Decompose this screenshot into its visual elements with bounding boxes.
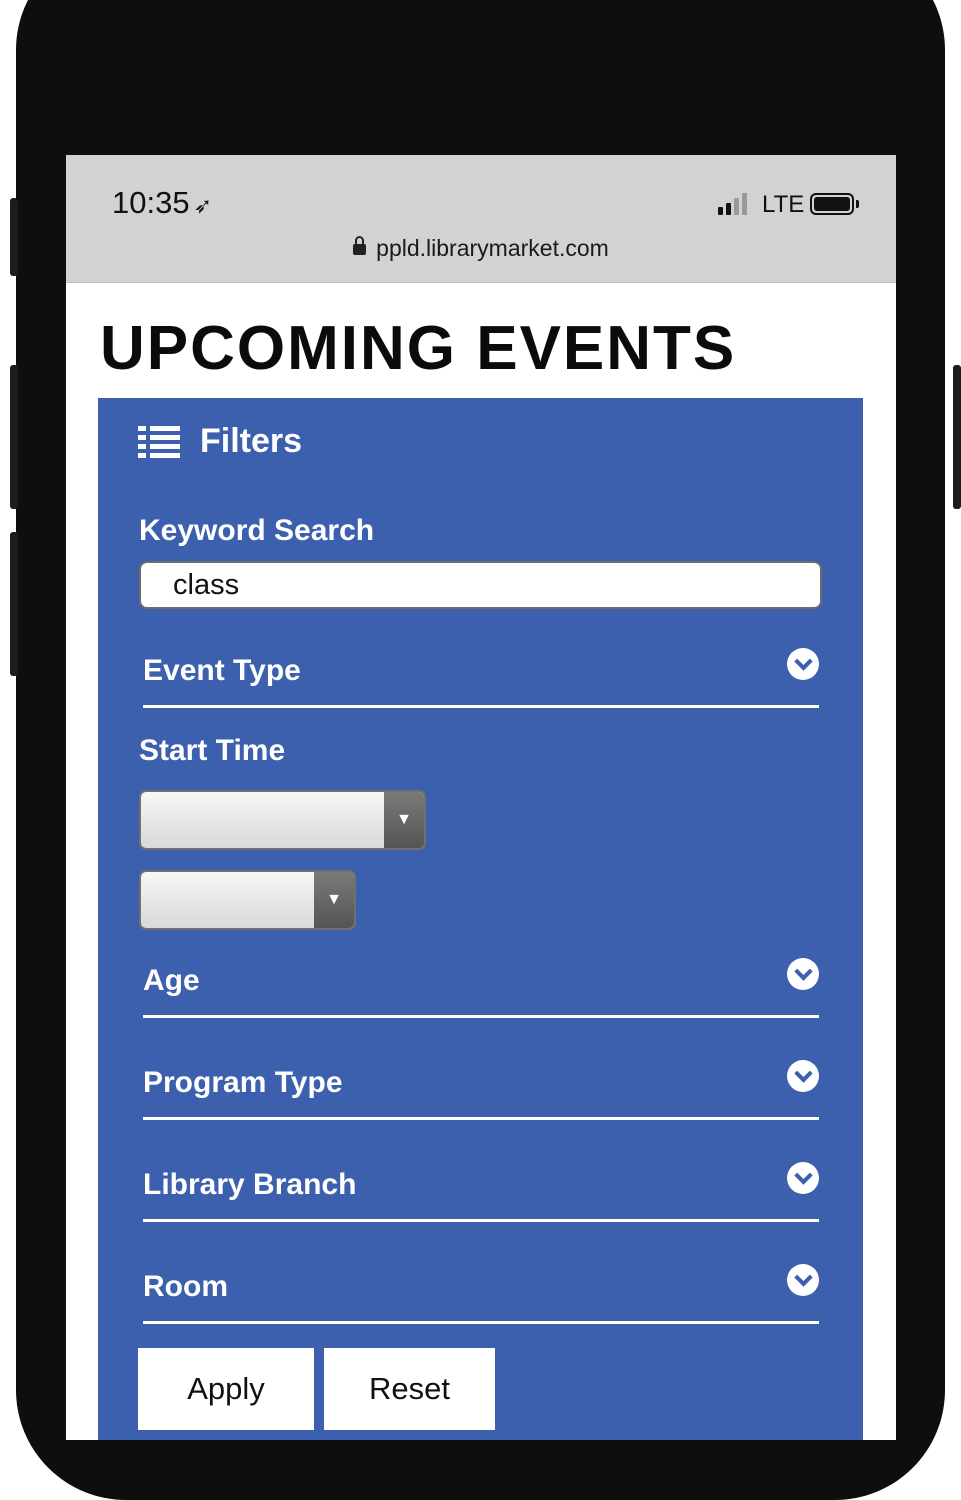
battery-icon bbox=[810, 193, 854, 215]
side-button-mute bbox=[10, 198, 18, 276]
address-bar[interactable]: ppld.librarymarket.com bbox=[66, 235, 896, 262]
filters-title: Filters bbox=[200, 422, 303, 460]
filters-header[interactable]: Filters bbox=[138, 422, 302, 461]
battery-tip bbox=[856, 200, 859, 208]
side-button-power bbox=[953, 365, 961, 509]
accordion-program-type[interactable]: Program Type bbox=[143, 1060, 819, 1120]
reset-button[interactable]: Reset bbox=[324, 1348, 495, 1430]
network-type: LTE bbox=[762, 191, 805, 218]
url-text: ppld.librarymarket.com bbox=[376, 235, 609, 261]
page-title: UPCOMING EVENTS bbox=[100, 314, 737, 383]
start-time-label: Start Time bbox=[139, 734, 286, 767]
filters-panel: Filters Keyword Search Event Type Start … bbox=[98, 398, 863, 1440]
signal-strength-icon bbox=[718, 193, 747, 215]
list-icon bbox=[138, 425, 180, 458]
program-type-label: Program Type bbox=[143, 1066, 343, 1099]
side-button-volume-down bbox=[10, 532, 18, 676]
chevron-down-icon bbox=[787, 1264, 819, 1296]
accordion-age[interactable]: Age bbox=[143, 958, 819, 1018]
event-type-label: Event Type bbox=[143, 654, 301, 687]
start-time-minute-select[interactable]: ▼ bbox=[139, 870, 356, 930]
keyword-search-input[interactable] bbox=[139, 561, 822, 609]
lock-icon bbox=[353, 236, 367, 255]
accordion-event-type[interactable]: Event Type bbox=[143, 648, 819, 708]
age-label: Age bbox=[143, 964, 200, 997]
start-time-hour-select[interactable]: ▼ bbox=[139, 790, 426, 850]
location-arrow-icon: ➶ bbox=[193, 193, 213, 218]
dropdown-arrow-icon: ▼ bbox=[314, 872, 354, 928]
chevron-down-icon bbox=[787, 1060, 819, 1092]
status-time: 10:35 ➶ bbox=[112, 185, 212, 221]
dropdown-arrow-icon: ▼ bbox=[384, 792, 424, 848]
screen: 10:35 ➶ LTE ppld.librarymarket.com UPCOMI… bbox=[66, 155, 896, 1440]
chevron-down-icon bbox=[787, 1162, 819, 1194]
accordion-room[interactable]: Room bbox=[143, 1264, 819, 1324]
side-button-volume-up bbox=[10, 365, 18, 509]
time-text: 10:35 bbox=[112, 185, 190, 220]
keyword-search-label: Keyword Search bbox=[139, 514, 375, 547]
room-label: Room bbox=[143, 1270, 228, 1303]
accordion-library-branch[interactable]: Library Branch bbox=[143, 1162, 819, 1222]
chevron-down-icon bbox=[787, 958, 819, 990]
chevron-down-icon bbox=[787, 648, 819, 680]
library-branch-label: Library Branch bbox=[143, 1168, 357, 1201]
apply-button[interactable]: Apply bbox=[138, 1348, 314, 1430]
status-bar: 10:35 ➶ LTE ppld.librarymarket.com bbox=[66, 155, 896, 283]
